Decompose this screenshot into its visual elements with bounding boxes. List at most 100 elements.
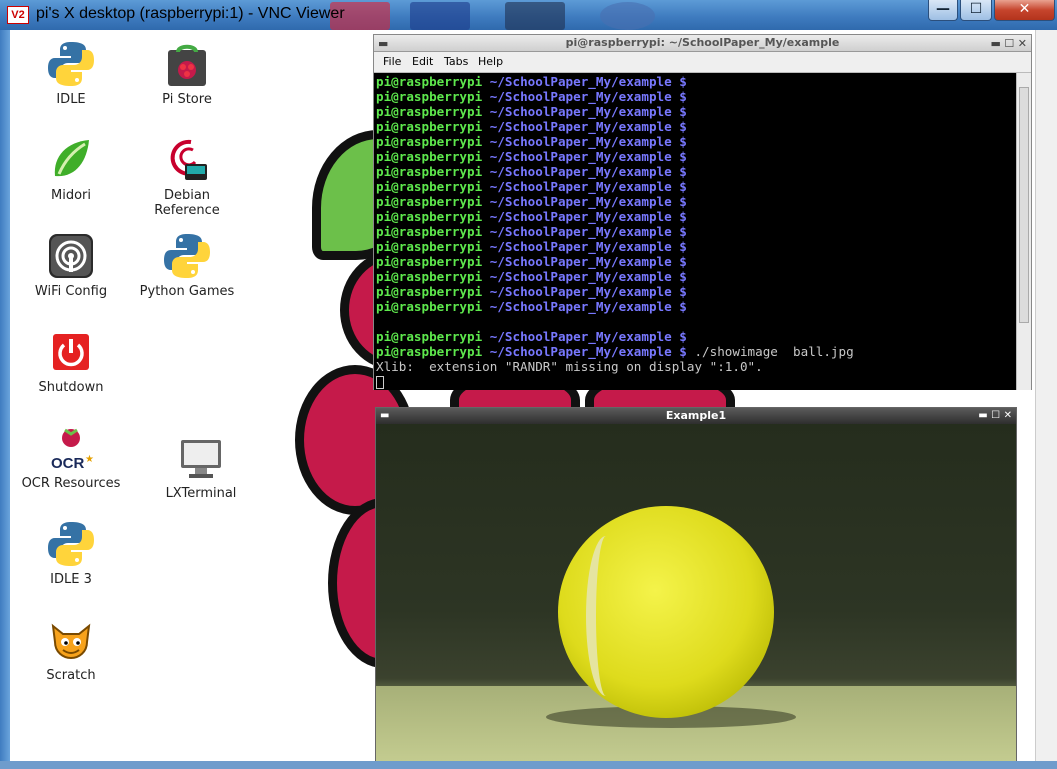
desktop-icon-midori[interactable]: Midori — [16, 136, 126, 203]
prompt-path: ~/SchoolPaper_My/example $ — [482, 119, 687, 134]
terminal-line: pi@raspberrypi ~/SchoolPaper_My/example … — [376, 299, 1017, 314]
window-menu-icon[interactable]: ▬ — [380, 408, 389, 424]
menu-help[interactable]: Help — [478, 55, 503, 68]
prompt-user-host: pi@raspberrypi — [376, 89, 483, 104]
prompt-user-host: pi@raspberrypi — [376, 254, 483, 269]
desktop-icon-pi-store[interactable]: Pi Store — [132, 40, 242, 107]
terminal-line: pi@raspberrypi ~/SchoolPaper_My/example … — [376, 74, 1017, 89]
terminal-line: pi@raspberrypi ~/SchoolPaper_My/example … — [376, 284, 1017, 299]
prompt-user-host: pi@raspberrypi — [376, 149, 483, 164]
terminal-line: pi@raspberrypi ~/SchoolPaper_My/example … — [376, 164, 1017, 179]
desktop-icon-shutdown[interactable]: Shutdown — [16, 328, 126, 395]
svg-text:OCR: OCR — [51, 455, 85, 472]
prompt-path: ~/SchoolPaper_My/example $ — [482, 329, 687, 344]
desktop-icon-python-games[interactable]: Python Games — [132, 232, 242, 299]
terminal-line: pi@raspberrypi ~/SchoolPaper_My/example … — [376, 104, 1017, 119]
terminal-output[interactable]: pi@raspberrypi ~/SchoolPaper_My/example … — [374, 73, 1017, 390]
ball-photo — [376, 424, 1016, 763]
image-window-title: Example1 — [665, 409, 727, 422]
desktop-icon-label: IDLE 3 — [50, 572, 92, 587]
window-title: pi's X desktop (raspberrypi:1) - VNC Vie… — [36, 5, 345, 22]
debian-icon — [163, 136, 211, 184]
desktop-icon-lxterminal[interactable]: LXTerminal — [146, 434, 256, 501]
scratch-cat-icon — [47, 616, 95, 664]
terminal-scroll-thumb[interactable] — [1019, 87, 1029, 323]
desktop-icon-label: LXTerminal — [165, 486, 237, 501]
menu-tabs[interactable]: Tabs — [444, 55, 468, 68]
menu-file[interactable]: File — [383, 55, 401, 68]
prompt-path: ~/SchoolPaper_My/example $ — [482, 194, 687, 209]
prompt-path: ~/SchoolPaper_My/example $ — [482, 269, 687, 284]
terminal-line: pi@raspberrypi ~/SchoolPaper_My/example … — [376, 254, 1017, 269]
minimize-button[interactable]: — — [928, 0, 958, 21]
terminal-title-bar[interactable]: pi@raspberrypi: ~/SchoolPaper_My/example… — [374, 35, 1031, 52]
python-icon — [163, 232, 211, 280]
image-window-controls[interactable]: ▬ ☐ ✕ — [978, 408, 1012, 424]
prompt-path: ~/SchoolPaper_My/example $ — [482, 239, 687, 254]
pi-store-icon — [163, 40, 211, 88]
desktop-icon-debian-reference[interactable]: Debian Reference — [132, 136, 242, 218]
prompt-path: ~/SchoolPaper_My/example $ — [482, 134, 687, 149]
terminal-line: pi@raspberrypi ~/SchoolPaper_My/example … — [376, 179, 1017, 194]
taskbar-bg-icon — [410, 2, 470, 30]
prompt-path: ~/SchoolPaper_My/example $ — [482, 209, 687, 224]
prompt-user-host: pi@raspberrypi — [376, 224, 483, 239]
terminal-line: pi@raspberrypi ~/SchoolPaper_My/example … — [376, 149, 1017, 164]
prompt-path: ~/SchoolPaper_My/example $ — [482, 149, 687, 164]
desktop-icon-scratch[interactable]: Scratch — [16, 616, 126, 683]
monitor-icon — [177, 434, 225, 482]
terminal-line: pi@raspberrypi ~/SchoolPaper_My/example … — [376, 89, 1017, 104]
image-window-title-bar[interactable]: Example1 ▬ ▬ ☐ ✕ — [376, 408, 1016, 424]
terminal-line: pi@raspberrypi ~/SchoolPaper_My/example … — [376, 194, 1017, 209]
window-menu-icon[interactable]: ▬ — [378, 37, 388, 50]
desktop-icon-label: Scratch — [46, 668, 96, 683]
midori-icon — [47, 136, 95, 184]
tennis-ball-seam — [586, 536, 626, 696]
python-icon — [47, 520, 95, 568]
taskbar-bg-icon — [600, 2, 655, 30]
desktop-icon-ocr-resources[interactable]: OCR ★ OCR Resources — [16, 424, 126, 491]
prompt-path: ~/SchoolPaper_My/example $ — [482, 254, 687, 269]
desktop-icon-wifi-config[interactable]: WiFi Config — [16, 232, 126, 299]
power-icon — [47, 328, 95, 376]
terminal-line: pi@raspberrypi ~/SchoolPaper_My/example … — [376, 209, 1017, 224]
close-button[interactable]: ✕ — [994, 0, 1055, 21]
maximize-button[interactable]: ☐ — [960, 0, 992, 21]
terminal-window-controls[interactable]: ▬ ☐ ✕ — [991, 37, 1027, 50]
prompt-user-host: pi@raspberrypi — [376, 344, 483, 359]
prompt-user-host: pi@raspberrypi — [376, 119, 483, 134]
prompt-user-host: pi@raspberrypi — [376, 269, 483, 284]
terminal-cursor — [376, 376, 384, 389]
vnc-viewer-window: V2 pi's X desktop (raspberrypi:1) - VNC … — [0, 0, 1057, 769]
terminal-line: pi@raspberrypi ~/SchoolPaper_My/example … — [376, 119, 1017, 134]
vnc-right-scrollbar[interactable] — [1035, 30, 1057, 763]
terminal-cursor-line — [376, 374, 1017, 389]
prompt-user-host: pi@raspberrypi — [376, 104, 483, 119]
terminal-window[interactable]: pi@raspberrypi: ~/SchoolPaper_My/example… — [373, 34, 1032, 390]
prompt-user-host: pi@raspberrypi — [376, 164, 483, 179]
window-left-border — [0, 30, 10, 769]
prompt-path: ~/SchoolPaper_My/example $ — [482, 284, 687, 299]
desktop-icon-label: Midori — [51, 188, 91, 203]
terminal-scrollbar[interactable] — [1016, 73, 1031, 390]
taskbar-bg-icon — [505, 2, 565, 30]
minimize-icon: — — [936, 1, 950, 17]
desktop-icon-label: Shutdown — [38, 380, 104, 395]
image-window[interactable]: Example1 ▬ ▬ ☐ ✕ — [375, 407, 1017, 763]
desktop-icon-idle[interactable]: IDLE — [16, 40, 126, 107]
prompt-path: ~/SchoolPaper_My/example $ — [482, 164, 687, 179]
prompt-user-host: pi@raspberrypi — [376, 179, 483, 194]
python-icon — [47, 40, 95, 88]
menu-edit[interactable]: Edit — [412, 55, 433, 68]
terminal-line: pi@raspberrypi ~/SchoolPaper_My/example … — [376, 329, 1017, 344]
prompt-path: ~/SchoolPaper_My/example $ — [482, 74, 687, 89]
desktop-icon-label: Debian Reference — [154, 188, 220, 218]
prompt-user-host: pi@raspberrypi — [376, 284, 483, 299]
desktop-icon-idle-3[interactable]: IDLE 3 — [16, 520, 126, 587]
vnc-title-bar[interactable]: V2 pi's X desktop (raspberrypi:1) - VNC … — [0, 0, 1057, 30]
terminal-line: pi@raspberrypi ~/SchoolPaper_My/example … — [376, 344, 1017, 359]
window-bottom-border — [0, 761, 1057, 769]
maximize-icon: ☐ — [969, 1, 983, 17]
terminal-error-line: Xlib: extension "RANDR" missing on displ… — [376, 359, 763, 374]
prompt-path: ~/SchoolPaper_My/example $ — [482, 89, 687, 104]
